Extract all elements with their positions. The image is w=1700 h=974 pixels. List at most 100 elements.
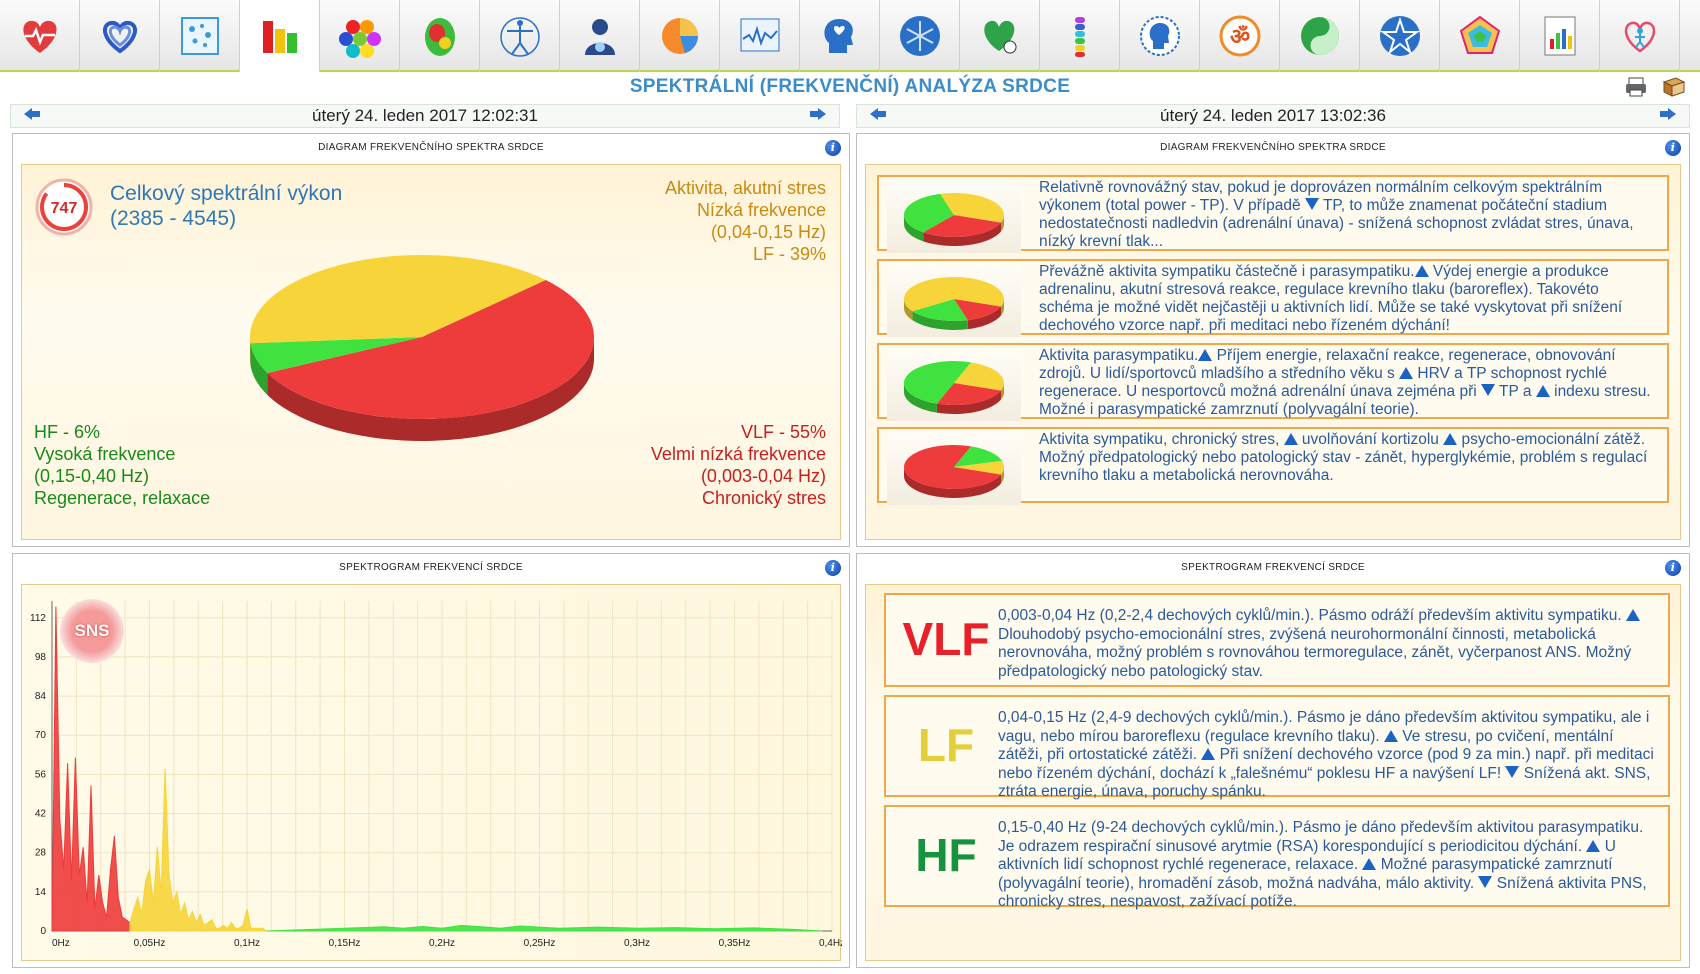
mini-pie-chart bbox=[904, 445, 1004, 498]
heart-person-icon bbox=[1624, 21, 1655, 53]
band-description: 0,003-0,04 Hz (0,2-2,4 dechových cyklů/m… bbox=[998, 607, 1654, 681]
increase-triangle-icon bbox=[1201, 748, 1216, 760]
right-next-arrow-icon[interactable] bbox=[1659, 107, 1677, 126]
band-box-vlf: VLF 0,003-0,04 Hz (0,2-2,4 dechových cykl… bbox=[884, 593, 1670, 687]
waveform-icon bbox=[740, 18, 779, 52]
increase-triangle-icon bbox=[1384, 729, 1398, 742]
band-box-hf: HF 0,15-0,40 Hz (9-24 dechových cyklů/min… bbox=[884, 805, 1670, 910]
right-pie-panel: DIAGRAM FREKVENČNÍHO SPEKTRA SRDCE i Rel… bbox=[856, 133, 1690, 547]
left-date: úterý 24. leden 2017 12:02:31 bbox=[312, 106, 538, 125]
mini-pie-chart bbox=[904, 361, 1004, 414]
left-date-bar: úterý 24. leden 2017 12:02:31 bbox=[10, 104, 840, 128]
panel-title: SPEKTROGRAM FREKVENCÍ SRDCE bbox=[1181, 562, 1365, 573]
toolbar-button-om[interactable]: ॐ bbox=[1200, 0, 1280, 72]
band-description: 0,04-0,15 Hz (2,4-9 dechových cyklů/min.… bbox=[998, 709, 1654, 800]
y-tick-label: 42 bbox=[35, 809, 47, 820]
mini-pie-chart bbox=[904, 193, 1004, 246]
y-tick-label: 56 bbox=[35, 769, 47, 780]
info-icon[interactable]: i bbox=[1665, 140, 1681, 156]
x-tick-label: 0,1Hz bbox=[234, 938, 260, 949]
y-tick-label: 0 bbox=[40, 926, 46, 937]
increase-triangle-icon bbox=[1626, 609, 1641, 621]
toolbar-button-hexagons[interactable] bbox=[320, 0, 400, 72]
right-date-bar: úterý 24. leden 2017 13:02:36 bbox=[856, 104, 1690, 128]
report-icon bbox=[1544, 16, 1575, 56]
pie-chart-icon bbox=[661, 18, 698, 54]
right-bands-panel: SPEKTROGRAM FREKVENCÍ SRDCE i VLF 0,003-0… bbox=[856, 553, 1690, 968]
brain-map-icon bbox=[424, 18, 455, 56]
panel-header: SPEKTROGRAM FREKVENCÍ SRDCE i bbox=[857, 554, 1689, 582]
hf-label: HF - 6% Vysoká frekvence (0,15-0,40 Hz) … bbox=[34, 422, 211, 508]
toolbar-button-neuron[interactable] bbox=[880, 0, 960, 72]
increase-triangle-icon bbox=[1586, 839, 1601, 852]
pattern-pie-thumbnail bbox=[887, 265, 1021, 337]
toolbar-button-person[interactable] bbox=[560, 0, 640, 72]
toolbar-button-yin-yang[interactable] bbox=[1280, 0, 1360, 72]
star-icon bbox=[1379, 16, 1420, 56]
page-title: SPEKTRÁLNÍ (FREKVENČNÍ) ANALÝZA SRDCE bbox=[629, 76, 1071, 97]
y-tick-label: 14 bbox=[35, 887, 47, 898]
pattern-description: Aktivita sympatiku, chronický stres, uvo… bbox=[1039, 431, 1648, 484]
left-next-arrow-icon[interactable] bbox=[809, 107, 827, 126]
toolbar-button-head-heart[interactable] bbox=[800, 0, 880, 72]
toolbar-button-brain-map[interactable] bbox=[400, 0, 480, 72]
toolbar-button-pie-chart[interactable] bbox=[640, 0, 720, 72]
toolbar-button-chakra-stack[interactable] bbox=[1040, 0, 1120, 72]
double-heart-icon bbox=[102, 20, 137, 54]
vlf-label: VLF - 55% Velmi nízká frekvence (0,003-0… bbox=[650, 422, 826, 508]
band-list: VLF 0,003-0,04 Hz (0,2-2,4 dechových cykl… bbox=[865, 584, 1681, 961]
info-icon[interactable]: i bbox=[825, 140, 841, 156]
y-tick-label: 112 bbox=[30, 613, 46, 624]
book-icon[interactable] bbox=[1662, 76, 1686, 107]
main-pie-chart bbox=[250, 255, 595, 441]
right-prev-arrow-icon[interactable] bbox=[869, 107, 887, 126]
x-tick-label: 0,05Hz bbox=[134, 938, 166, 949]
chakra-stack-icon bbox=[1074, 17, 1085, 57]
x-tick-label: 0,4Hz bbox=[819, 938, 842, 949]
toolbar-button-heart-ball[interactable] bbox=[960, 0, 1040, 72]
om-icon: ॐ bbox=[1219, 15, 1260, 57]
heart-ball-icon bbox=[983, 20, 1016, 54]
toolbar-button-head-circle[interactable] bbox=[1120, 0, 1200, 72]
decrease-triangle-icon bbox=[1304, 198, 1319, 210]
toolbar-button-bubbles[interactable] bbox=[160, 0, 240, 72]
decrease-triangle-icon bbox=[1505, 765, 1520, 778]
pattern-box: Aktivita sympatiku, chronický stres, uvo… bbox=[877, 427, 1669, 505]
pie-panel-body: 747 Celkový spektrální výkon (2385 - 454… bbox=[21, 164, 841, 540]
pattern-pie-thumbnail bbox=[887, 433, 1021, 505]
y-tick-label: 98 bbox=[35, 652, 47, 663]
info-icon[interactable]: i bbox=[1665, 560, 1681, 576]
panel-title: DIAGRAM FREKVENČNÍHO SPEKTRA SRDCE bbox=[1160, 142, 1386, 153]
toolbar-button-waveform[interactable] bbox=[720, 0, 800, 72]
increase-triangle-icon bbox=[1414, 265, 1429, 277]
increase-triangle-icon bbox=[1283, 433, 1298, 445]
spectrogram-body: 0 14 28 42 56 70 84 98 112 0Hz 0,05Hz 0,1Hz 0,15Hz 0,… bbox=[21, 584, 842, 961]
band-label: HF bbox=[915, 829, 977, 881]
left-prev-arrow-icon[interactable] bbox=[23, 107, 41, 126]
y-tick-label: 28 bbox=[35, 848, 47, 859]
toolbar-button-star[interactable] bbox=[1360, 0, 1440, 72]
hexagons-icon bbox=[338, 20, 381, 58]
toolbar-button-double-heart[interactable] bbox=[80, 0, 160, 72]
toolbar-button-pentagon-chart[interactable] bbox=[1440, 0, 1520, 72]
increase-triangle-icon bbox=[1362, 858, 1377, 870]
person-icon bbox=[584, 19, 615, 55]
toolbar-button-bar-chart[interactable] bbox=[240, 0, 320, 73]
toolbar-button-report[interactable] bbox=[1520, 0, 1600, 72]
increase-triangle-icon bbox=[1443, 433, 1458, 445]
printer-icon[interactable] bbox=[1624, 76, 1648, 107]
toolbar-button-heart[interactable] bbox=[0, 0, 80, 72]
toolbar-button-vitruvian-man[interactable] bbox=[480, 0, 560, 72]
total-power-value: 747 bbox=[51, 200, 78, 217]
pattern-box: Aktivita parasympatiku. Příjem energie, … bbox=[877, 343, 1669, 421]
yin-yang-icon bbox=[1300, 17, 1339, 55]
vitruvian-man-icon bbox=[499, 17, 540, 57]
info-icon[interactable]: i bbox=[825, 560, 841, 576]
increase-triangle-icon bbox=[1399, 367, 1414, 379]
head-heart-icon bbox=[823, 19, 853, 53]
neuron-icon bbox=[899, 16, 940, 56]
bubbles-icon bbox=[180, 17, 219, 55]
pattern-description: Aktivita parasympatiku. Příjem energie, … bbox=[1039, 347, 1651, 418]
right-date: úterý 24. leden 2017 13:02:36 bbox=[1160, 106, 1386, 125]
toolbar-button-heart-person[interactable] bbox=[1600, 0, 1680, 72]
